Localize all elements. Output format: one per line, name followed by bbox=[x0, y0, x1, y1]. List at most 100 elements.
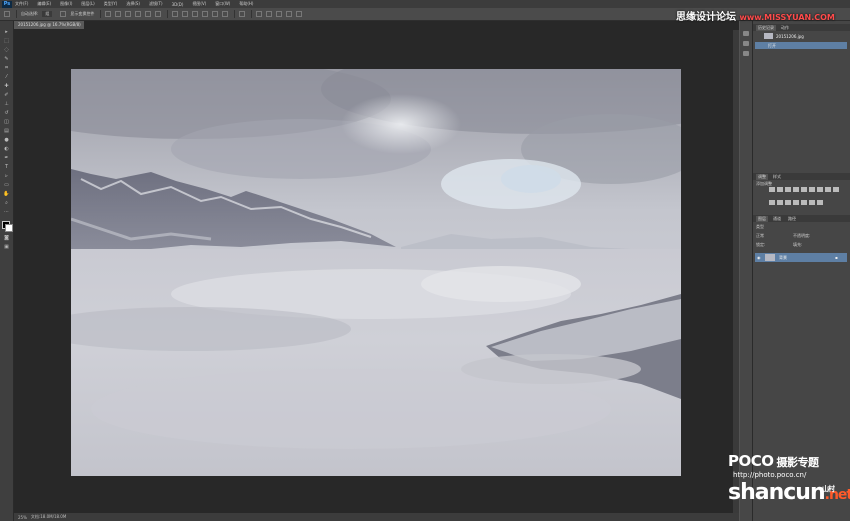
marquee-tool-icon[interactable]: ⬚ bbox=[3, 38, 10, 44]
3d-drag-icon[interactable] bbox=[276, 11, 283, 17]
auto-select-dropdown[interactable]: 组 bbox=[42, 11, 53, 17]
dodge-tool-icon[interactable]: ◐ bbox=[3, 146, 10, 152]
distribute-center-icon[interactable] bbox=[212, 11, 219, 17]
show-transform-checkbox[interactable] bbox=[60, 11, 67, 17]
more-tools-icon[interactable]: ⋯ bbox=[3, 209, 10, 215]
type-tool-icon[interactable]: T bbox=[3, 164, 10, 170]
selective-color-icon[interactable] bbox=[817, 200, 823, 205]
tab-paths[interactable]: 路径 bbox=[786, 216, 798, 222]
tab-adjustments[interactable]: 调整 bbox=[756, 173, 768, 180]
zoom-tool-icon[interactable]: ⌕ bbox=[3, 200, 10, 206]
history-brush-tool-icon[interactable]: ↺ bbox=[3, 110, 10, 116]
poco-url: http://photo.poco.cn/ bbox=[733, 471, 807, 479]
quick-select-tool-icon[interactable]: ✎ bbox=[3, 56, 10, 62]
levels-icon[interactable] bbox=[777, 187, 783, 192]
invert-icon[interactable] bbox=[793, 200, 799, 205]
shancun-cn-text: 山村 bbox=[822, 485, 835, 493]
mountain-cloud-photo bbox=[71, 69, 681, 476]
menu-file[interactable]: 文件(F) bbox=[15, 1, 28, 7]
distribute-bottom-icon[interactable] bbox=[192, 11, 199, 17]
layer-name[interactable]: 背景 bbox=[779, 255, 787, 261]
tab-layers[interactable]: 图层 bbox=[756, 215, 768, 222]
3d-roll-icon[interactable] bbox=[266, 11, 273, 17]
pen-tool-icon[interactable]: ✒ bbox=[3, 155, 10, 161]
lasso-tool-icon[interactable]: ◌ bbox=[3, 47, 10, 53]
vibrance-icon[interactable] bbox=[801, 187, 807, 192]
channel-mixer-icon[interactable] bbox=[777, 200, 783, 205]
menu-window[interactable]: 窗口(W) bbox=[215, 1, 230, 7]
info-panel-icon[interactable] bbox=[743, 51, 749, 56]
brush-tool-icon[interactable]: ✐ bbox=[3, 92, 10, 98]
hue-saturation-icon[interactable] bbox=[817, 187, 823, 192]
menu-layer[interactable]: 图层(L) bbox=[81, 1, 94, 7]
document-canvas-image[interactable] bbox=[71, 69, 681, 476]
distribute-right-icon[interactable] bbox=[222, 11, 229, 17]
color-balance-icon[interactable] bbox=[825, 187, 831, 192]
eyedropper-tool-icon[interactable]: ⁄ bbox=[3, 74, 10, 80]
shape-tool-icon[interactable]: ▭ bbox=[3, 182, 10, 188]
history-panel-icon[interactable] bbox=[743, 31, 749, 36]
layer-visibility-eye-icon[interactable]: ◉ bbox=[757, 255, 761, 260]
tab-styles[interactable]: 样式 bbox=[771, 174, 783, 180]
menu-edit[interactable]: 编辑(E) bbox=[37, 1, 51, 7]
photo-filter-icon[interactable] bbox=[769, 200, 775, 205]
align-right-icon[interactable] bbox=[155, 11, 162, 17]
3d-rotate-icon[interactable] bbox=[256, 11, 263, 17]
document-size-info: 文档:18.0M/18.0M bbox=[30, 514, 67, 519]
move-tool-icon[interactable] bbox=[4, 11, 10, 17]
move-tool-icon[interactable]: ▸ bbox=[3, 29, 10, 35]
path-select-tool-icon[interactable]: ▹ bbox=[3, 173, 10, 179]
distribute-middle-icon[interactable] bbox=[182, 11, 189, 17]
tab-history[interactable]: 历史记录 bbox=[756, 24, 776, 31]
healing-brush-tool-icon[interactable]: ✚ bbox=[3, 83, 10, 89]
menu-select[interactable]: 选择(S) bbox=[126, 1, 140, 7]
blur-tool-icon[interactable]: ● bbox=[3, 137, 10, 143]
menu-view[interactable]: 视图(V) bbox=[192, 1, 206, 7]
quick-mask-icon[interactable]: ◙ bbox=[3, 235, 10, 241]
blend-mode-dropdown[interactable]: 正常 bbox=[756, 233, 764, 239]
color-lookup-icon[interactable] bbox=[785, 200, 791, 205]
eraser-tool-icon[interactable]: ◫ bbox=[3, 119, 10, 125]
3d-slide-icon[interactable] bbox=[286, 11, 293, 17]
align-top-icon[interactable] bbox=[105, 11, 112, 17]
align-middle-icon[interactable] bbox=[115, 11, 122, 17]
threshold-icon[interactable] bbox=[809, 200, 815, 205]
posterize-icon[interactable] bbox=[801, 200, 807, 205]
background-color-swatch[interactable] bbox=[5, 224, 13, 232]
distribute-left-icon[interactable] bbox=[202, 11, 209, 17]
black-white-icon[interactable] bbox=[833, 187, 839, 192]
zoom-level[interactable]: 25% bbox=[18, 515, 27, 520]
document-tab[interactable]: 20151206.jpg @ 16.7%(RGB/8) bbox=[14, 21, 84, 29]
tools-panel: ▸ ⬚ ◌ ✎ ⌗ ⁄ ✚ ✐ ⊥ ↺ ◫ ▤ ● ◐ ✒ T ▹ ▭ ✋ ⌕ … bbox=[0, 21, 14, 521]
align-center-icon[interactable] bbox=[145, 11, 152, 17]
gradient-map-icon[interactable] bbox=[809, 187, 815, 192]
hand-tool-icon[interactable]: ✋ bbox=[3, 191, 10, 197]
clone-stamp-tool-icon[interactable]: ⊥ bbox=[3, 101, 10, 107]
curves-icon[interactable] bbox=[785, 187, 791, 192]
menu-help[interactable]: 帮助(H) bbox=[239, 1, 253, 7]
brightness-contrast-icon[interactable] bbox=[769, 187, 775, 192]
auto-align-icon[interactable] bbox=[239, 11, 246, 17]
exposure-icon[interactable] bbox=[793, 187, 799, 192]
options-separator bbox=[167, 10, 169, 18]
3d-scale-icon[interactable] bbox=[296, 11, 303, 17]
watermark-shancun: shancun.net 山村 bbox=[728, 480, 850, 505]
crop-tool-icon[interactable]: ⌗ bbox=[3, 65, 10, 71]
properties-panel-icon[interactable] bbox=[743, 41, 749, 46]
gradient-tool-icon[interactable]: ▤ bbox=[3, 128, 10, 134]
screen-mode-icon[interactable]: ▣ bbox=[3, 244, 10, 250]
menu-type[interactable]: 类型(Y) bbox=[104, 1, 118, 7]
history-snapshot-label[interactable]: 20151206.jpg bbox=[776, 34, 804, 39]
menu-3d[interactable]: 3D(D) bbox=[172, 2, 184, 7]
fill-label: 填充: bbox=[793, 242, 803, 247]
layer-kind-filter[interactable]: 类型 bbox=[756, 224, 764, 230]
menu-filter[interactable]: 滤镜(T) bbox=[149, 1, 163, 7]
menu-image[interactable]: 图像(I) bbox=[60, 1, 72, 7]
tab-actions[interactable]: 动作 bbox=[779, 25, 791, 31]
align-bottom-icon[interactable] bbox=[125, 11, 132, 17]
tab-channels[interactable]: 通道 bbox=[771, 216, 783, 222]
align-left-icon[interactable] bbox=[135, 11, 142, 17]
history-snapshot-thumbnail[interactable] bbox=[764, 33, 773, 39]
distribute-top-icon[interactable] bbox=[172, 11, 179, 17]
vertical-scrollbar[interactable] bbox=[733, 30, 739, 513]
